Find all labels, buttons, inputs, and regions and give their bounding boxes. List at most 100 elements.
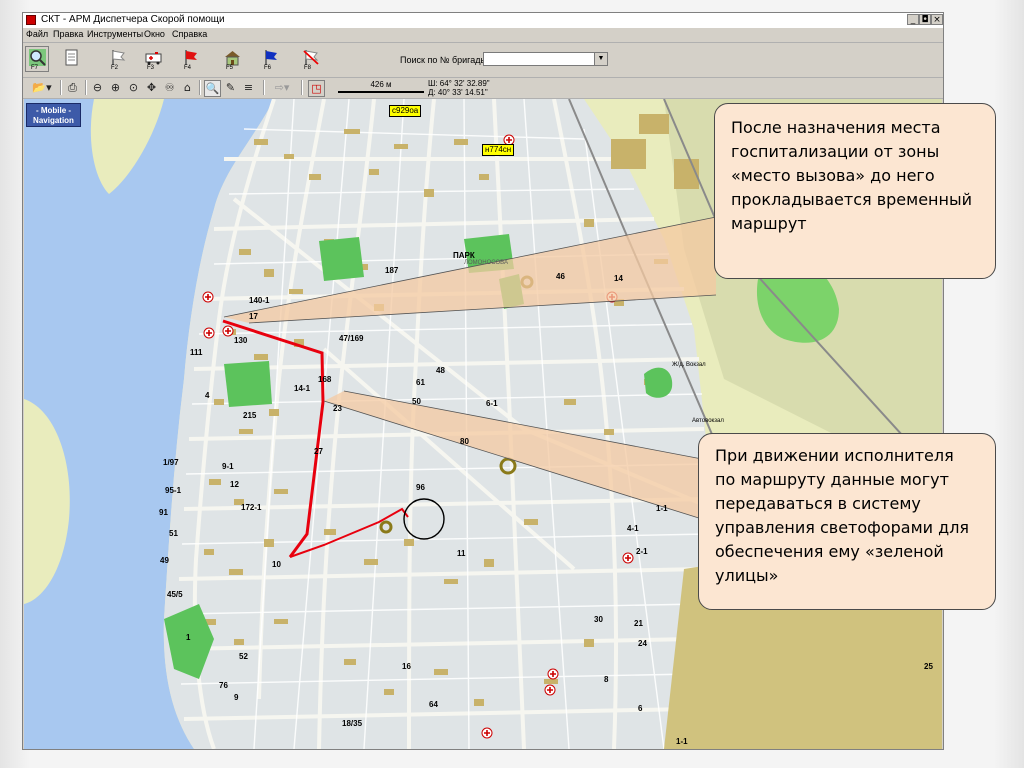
maximize-button[interactable]: ◘	[919, 14, 931, 25]
house-number: 14-1	[294, 384, 311, 393]
open-folder-icon[interactable]: 📂▾	[28, 80, 56, 95]
latitude-readout: Ш: 64° 32' 32.89"	[428, 79, 490, 88]
chevron-down-icon[interactable]: ▼	[594, 53, 607, 65]
house-number: 215	[243, 411, 257, 420]
menu-window[interactable]: Окно	[144, 29, 165, 39]
house-number: 1/97	[163, 458, 179, 467]
house-number: 76	[219, 681, 228, 690]
magnifier-map-icon	[29, 49, 46, 66]
separator	[85, 80, 87, 95]
white-flag-button[interactable]: F2	[105, 46, 129, 72]
house-number: 111	[190, 348, 203, 357]
house-number: 10	[272, 560, 281, 569]
cancel-flag-button[interactable]: F8	[298, 46, 322, 72]
title-bar: СКТ - АРМ Диспетчера Скорой помощи _ ◘ ×	[23, 13, 943, 29]
separator	[60, 80, 62, 95]
longitude-readout: Д: 40° 33' 14.51"	[428, 88, 488, 97]
zoom-out-icon[interactable]: ⊖	[90, 80, 105, 95]
ambulance-button[interactable]: F3	[141, 46, 165, 72]
cancel-flag-icon	[303, 50, 319, 65]
house-number: 11	[457, 549, 466, 558]
house-button[interactable]: F5	[220, 46, 244, 72]
red-flag-icon	[185, 50, 197, 65]
menu-tools[interactable]: Инструменты	[87, 29, 143, 39]
house-number: 45/5	[167, 590, 183, 599]
house-number: 187	[385, 266, 399, 275]
house-number: 6-1	[486, 399, 498, 408]
window-title: СКТ - АРМ Диспетчера Скорой помощи	[41, 14, 225, 25]
house-number: 95-1	[165, 486, 182, 495]
document-button[interactable]	[59, 46, 83, 72]
minimize-button[interactable]: _	[907, 14, 919, 25]
house-number: 9-1	[222, 462, 234, 471]
center-icon[interactable]: ⊙	[126, 80, 141, 95]
pan-icon[interactable]: ✥	[144, 80, 159, 95]
pencil-icon[interactable]: ✎	[223, 80, 238, 95]
close-button[interactable]: ×	[931, 14, 943, 25]
route-tool-icon[interactable]: ⇨▾	[269, 80, 295, 95]
separator	[199, 80, 201, 95]
house-number: 48	[436, 366, 445, 375]
house-number: 12	[230, 480, 239, 489]
house-number: 96	[416, 483, 425, 492]
map-search-button[interactable]: F7	[25, 46, 49, 72]
house-number: 8	[604, 675, 609, 684]
document-icon	[65, 49, 78, 66]
park-name-label: ЛОМОНОСОВА	[464, 260, 508, 266]
map-scale: 426 м	[336, 80, 426, 96]
separator	[263, 80, 265, 95]
callout-top: После назначения места госпитализации от…	[714, 103, 996, 279]
zoom-in-icon[interactable]: ⊕	[108, 80, 123, 95]
house-number: 25	[924, 662, 933, 671]
home-icon[interactable]: ⌂	[180, 80, 195, 95]
house-number: 140-1	[249, 296, 270, 305]
layer-toggle-icon[interactable]: ◳	[308, 80, 325, 97]
menu-file[interactable]: Файл	[26, 29, 48, 39]
brigade-marker[interactable]: н774сн	[482, 144, 515, 156]
house-number: 18/35	[342, 719, 363, 728]
house-number: 16	[402, 662, 411, 671]
menu-help[interactable]: Справка	[172, 29, 207, 39]
house-number: 9	[234, 693, 239, 702]
bus-station-label: Автовокзал	[692, 418, 724, 424]
brigade-search-label: Поиск по № бригады:	[400, 55, 490, 65]
station-label: Ж/д. Вокзал	[672, 362, 706, 368]
ambulance-icon	[145, 52, 162, 65]
mobile-navigation-button[interactable]: - Mobile - Navigation	[26, 103, 81, 127]
house-number: 52	[239, 652, 248, 661]
house-number: 2-1	[636, 547, 648, 556]
brigade-search-select[interactable]: ▼	[483, 52, 608, 66]
house-number: 80	[460, 437, 469, 446]
house-number: 50	[412, 397, 421, 406]
ruler-icon[interactable]: ≡	[241, 80, 256, 95]
park-label: ПАРК	[453, 251, 475, 260]
house-number: 168	[318, 375, 332, 384]
menu-bar: Файл Правка Инструменты Окно Справка	[23, 28, 943, 43]
red-flag-button[interactable]: F4	[178, 46, 202, 72]
house-number: 21	[634, 619, 643, 628]
magnifier-icon[interactable]: 🔍	[204, 80, 221, 97]
house-number: 4-1	[627, 524, 639, 533]
house-number: 64	[429, 700, 438, 709]
house-number: 14	[614, 274, 623, 283]
house-number: 17	[249, 312, 258, 321]
house-number: 172-1	[241, 503, 262, 512]
house-number: 91	[159, 508, 168, 517]
coordinates-readout: Ш: 64° 32' 32.89" Д: 40° 33' 14.51"	[428, 79, 490, 97]
house-number: 6	[638, 704, 643, 713]
house-number: 1	[186, 633, 191, 642]
menu-edit[interactable]: Правка	[53, 29, 83, 39]
binoculars-icon[interactable]: ♾	[162, 80, 177, 95]
callout-top-text: После назначения места госпитализации от…	[731, 118, 972, 233]
house-number: 30	[594, 615, 603, 624]
house-number: 49	[160, 556, 169, 565]
blue-flag-button[interactable]: F6	[258, 46, 282, 72]
map-scale-bar	[338, 91, 424, 93]
house-number: 61	[416, 378, 425, 387]
house-number: 46	[556, 272, 565, 281]
brigade-marker[interactable]: с929оа	[389, 105, 422, 117]
map-scale-label: 426 м	[370, 80, 392, 89]
house-number: 27	[314, 447, 323, 456]
print-icon[interactable]: ⎙	[65, 80, 80, 95]
house-number: 130	[234, 336, 248, 345]
